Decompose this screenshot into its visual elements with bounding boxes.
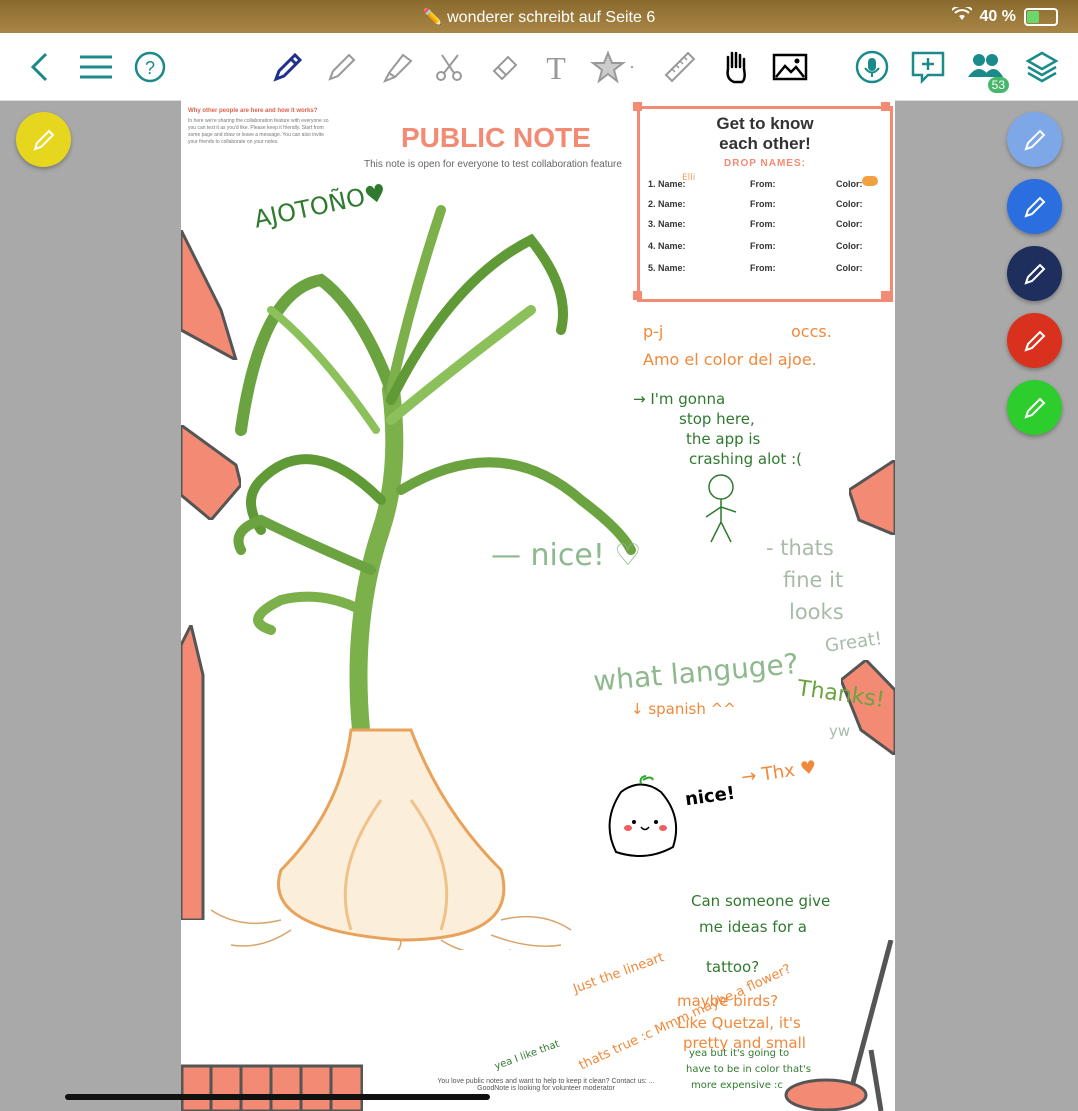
name-row: 3. Name: From: Color:	[640, 219, 890, 239]
color-label: Color:	[836, 219, 863, 229]
handwritten-yea-2: have to be in color that's	[686, 1064, 811, 1075]
name-card[interactable]: Get to know each other! DROP NAMES: 1. N…	[637, 106, 893, 302]
svg-text:T: T	[546, 50, 566, 85]
name-row: 4. Name: From: Color:	[640, 241, 890, 261]
note-page[interactable]: Why other people are here and how it wor…	[181, 100, 895, 1111]
color-swatch	[862, 176, 878, 186]
handwritten-fine-2: fine it	[783, 568, 844, 592]
selection-handle[interactable]	[881, 291, 890, 300]
handwritten-like: yea I like that	[493, 1038, 561, 1073]
handwritten-tattoo-2: me ideas for a	[699, 918, 807, 936]
image-icon[interactable]	[770, 47, 810, 87]
svg-text:?: ?	[145, 58, 155, 78]
back-icon[interactable]	[20, 47, 60, 87]
pen-color-blue[interactable]	[1007, 179, 1062, 234]
handwritten-yw: yw	[829, 722, 851, 740]
microphone-icon[interactable]	[852, 47, 892, 87]
wifi-icon	[950, 4, 973, 26]
layers-icon[interactable]	[1022, 47, 1062, 87]
handwritten-fine-3: looks	[789, 600, 844, 624]
color-label: Color:	[836, 199, 863, 209]
handwritten-yea-1: yea but it's going to	[689, 1048, 790, 1059]
help-icon[interactable]: ?	[130, 47, 170, 87]
color-label: Color:	[836, 179, 863, 189]
eraser-icon[interactable]	[484, 47, 524, 87]
color-label: Color:	[836, 263, 863, 273]
page-title: PUBLIC NOTE	[401, 122, 591, 153]
pen-icon	[1023, 397, 1045, 419]
handwritten-amo: Amo el color del ajoe.	[643, 350, 817, 369]
from-label: From:	[750, 263, 776, 273]
handwritten-nice-1: — nice! ♡	[491, 538, 642, 573]
menu-icon[interactable]	[76, 47, 116, 87]
ruler-decoration	[181, 1064, 363, 1111]
active-pen-button[interactable]	[16, 112, 71, 167]
add-comment-icon[interactable]	[908, 47, 948, 87]
pen-icon	[1023, 263, 1045, 285]
separator-dot	[622, 47, 642, 87]
handwritten-lineart: Just the lineart	[571, 950, 667, 997]
from-label: From:	[750, 241, 776, 251]
handwritten-great: Great!	[823, 628, 884, 657]
name-card-title-1: Get to know	[716, 114, 814, 133]
ruler-icon[interactable]	[660, 47, 700, 87]
from-label: From:	[750, 199, 776, 209]
name-row: 5. Name: From: Color:	[640, 263, 890, 283]
color-label: Color:	[836, 241, 863, 251]
handwritten-thx: → Thx ♥	[739, 756, 818, 789]
highlighter-icon[interactable]	[377, 47, 417, 87]
selection-handle[interactable]	[633, 102, 642, 111]
handwritten-pj: p-j	[643, 322, 664, 341]
pen-color-red[interactable]	[1007, 313, 1062, 368]
name-card-title-2: each other!	[719, 134, 811, 153]
handwritten-tattoo-1: Can someone give	[691, 892, 831, 910]
status-title: ✏️ wonderer schreibt auf Seite 6	[422, 9, 656, 26]
name-entry: Elli	[682, 173, 696, 183]
handwritten-gonna-3: the app is	[686, 430, 761, 448]
handwritten-yea-3: more expensive :c	[691, 1080, 783, 1091]
pen-color-green[interactable]	[1007, 380, 1062, 435]
collaborators-icon[interactable]: 53	[965, 47, 1009, 93]
status-bar: ✏️ wonderer schreibt auf Seite 6 40 %	[0, 0, 1078, 33]
pen-icon	[32, 129, 54, 151]
handwritten-fine-1: - thats	[766, 536, 834, 560]
handwritten-oces: occs.	[791, 322, 832, 341]
home-indicator[interactable]	[65, 1094, 490, 1100]
pen-color-navy[interactable]	[1007, 246, 1062, 301]
onigiri-doodle	[608, 775, 677, 857]
handwritten-gonna-4: crashing alot :(	[689, 450, 802, 468]
text-icon[interactable]: T	[536, 47, 576, 87]
handwritten-tattoo-3: tattoo?	[706, 958, 760, 976]
pen-icon	[1023, 196, 1045, 218]
guide-heading: Why other people are here and how it wor…	[188, 108, 318, 114]
pen-icon	[1023, 129, 1045, 151]
pen-icon[interactable]	[268, 47, 308, 87]
from-label: From:	[750, 179, 776, 189]
hand-icon[interactable]	[716, 47, 756, 87]
page-subtitle: This note is open for everyone to test c…	[364, 159, 622, 170]
handwritten-nice-2: nice!	[683, 782, 737, 811]
pencil-icon[interactable]	[322, 47, 362, 87]
handwritten-spanish: ↓ spanish ^^	[631, 700, 736, 718]
handwritten-gonna-2: stop here,	[679, 410, 755, 428]
name-card-drop: DROP NAMES:	[724, 158, 806, 169]
stick-figure-doodle	[705, 474, 737, 543]
scissors-icon[interactable]	[430, 47, 470, 87]
battery-percent: 40 %	[979, 7, 1016, 25]
from-label: From:	[750, 219, 776, 229]
pen-color-light-blue[interactable]	[1007, 112, 1062, 167]
collaborators-count: 53	[987, 77, 1009, 93]
pen-icon	[1023, 330, 1045, 352]
toolbar: ? T 53	[0, 33, 1078, 101]
handwritten-gonna-1: → I'm gonna	[633, 390, 726, 408]
battery-icon	[1024, 7, 1058, 26]
ruler-right-decoration	[849, 460, 895, 535]
name-row: 2. Name: From: Color:	[640, 199, 890, 219]
selection-handle[interactable]	[881, 102, 890, 111]
guide-text: In here we're sharing the collaboration …	[188, 118, 329, 145]
name-row: 1. Name: Elli From: Color:	[640, 173, 890, 199]
page-footer: You love public notes and want to help t…	[437, 1078, 655, 1092]
